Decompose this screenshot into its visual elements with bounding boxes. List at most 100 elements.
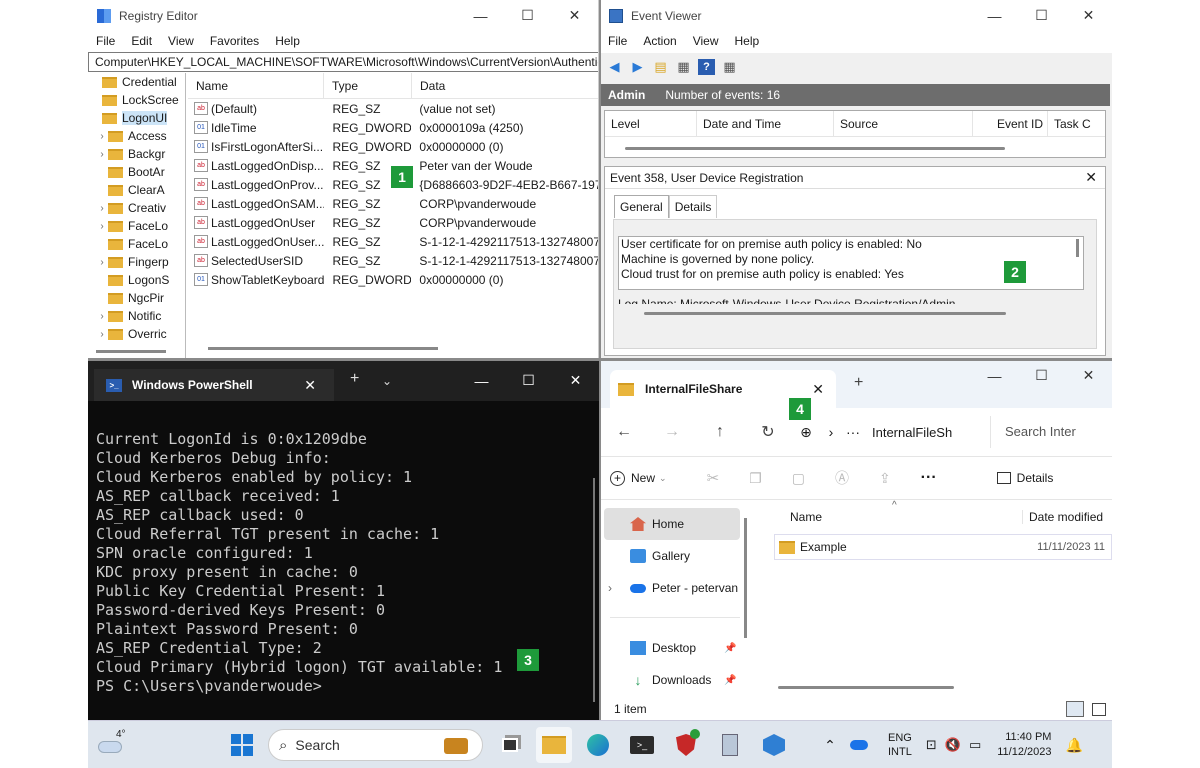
column-date-time[interactable]: Date and Time	[697, 110, 834, 137]
details-view-icon[interactable]	[1066, 701, 1084, 717]
taskbar-event-viewer[interactable]	[756, 727, 792, 763]
thumbnail-view-icon[interactable]	[1092, 702, 1106, 716]
taskbar-security-app[interactable]	[668, 727, 704, 763]
column-event-id[interactable]: Event ID	[973, 110, 1048, 137]
tab-details[interactable]: Details	[668, 195, 718, 218]
tree-item[interactable]: FaceLo	[88, 235, 185, 253]
minimize-button[interactable]: —	[971, 360, 1018, 391]
tree-item[interactable]: › FaceLo	[88, 217, 185, 235]
sidebar-item-home[interactable]: Home	[604, 508, 740, 540]
minimize-button[interactable]: —	[458, 360, 505, 401]
tree-item[interactable]: › Overric	[88, 325, 185, 343]
menu-view[interactable]: View	[160, 31, 202, 51]
registry-value-row[interactable]: ab (Default) REG_SZ (value not set)	[188, 99, 598, 118]
minimize-button[interactable]: —	[971, 0, 1018, 31]
events-hscrollbar[interactable]	[625, 147, 1005, 150]
chevron-right-icon[interactable]: ›	[96, 149, 108, 160]
registry-value-row[interactable]: 01 IdleTime REG_DWORD 0x0000109a (4250)	[188, 118, 598, 137]
tree-item[interactable]: BootAr	[88, 163, 185, 181]
values-hscrollbar[interactable]	[208, 347, 438, 350]
copy-icon[interactable]: ❐	[749, 470, 762, 487]
registry-value-row[interactable]: ab LastLoggedOnSAM... REG_SZ CORP\pvanderwo…	[188, 194, 598, 213]
close-button[interactable]: ✕	[551, 0, 598, 31]
registry-value-row[interactable]: ab LastLoggedOnUser REG_SZ CORP\pvanderwoud…	[188, 213, 598, 232]
tree-item[interactable]: › Notific	[88, 307, 185, 325]
column-level[interactable]: Level	[605, 110, 697, 137]
language-indicator[interactable]: ENG INTL	[888, 731, 912, 759]
sidebar-item-gallery[interactable]: Gallery	[600, 540, 750, 572]
chevron-right-icon[interactable]: ›	[96, 257, 108, 268]
network-icon[interactable]: ⊡	[926, 737, 937, 753]
chevron-right-icon[interactable]: ›	[96, 329, 108, 340]
chevron-right-icon[interactable]: ›	[96, 311, 108, 322]
tree-item[interactable]: LogonS	[88, 271, 185, 289]
cut-icon[interactable]: ✂	[707, 469, 720, 487]
menu-edit[interactable]: Edit	[123, 31, 160, 51]
weather-widget[interactable]: 4°	[96, 727, 136, 763]
close-button[interactable]: ✕	[1065, 0, 1112, 31]
notification-bell-icon[interactable]: 🔔	[1065, 737, 1082, 754]
properties-icon[interactable]: ▦	[721, 59, 738, 75]
tree-item[interactable]: › Fingerp	[88, 253, 185, 271]
menu-view[interactable]: View	[685, 31, 727, 53]
pin-icon[interactable]: 📌	[724, 675, 736, 686]
share-icon[interactable]: ⇪	[879, 470, 891, 487]
tree-item[interactable]: LockScree	[88, 91, 185, 109]
task-view-button[interactable]	[492, 727, 528, 763]
tree-item[interactable]: Credential	[88, 73, 185, 91]
registry-value-row[interactable]: 01 IsFirstLogonAfterSi... REG_DWORD 0x00000…	[188, 137, 598, 156]
sidebar-item-onedrive[interactable]: › Peter - petervan	[600, 572, 750, 604]
chevron-up-icon[interactable]: ⌃	[818, 737, 842, 754]
maximize-button[interactable]: ☐	[504, 0, 551, 31]
description-hscrollbar[interactable]	[644, 312, 1006, 315]
sidebar-item-downloads[interactable]: ↓ Downloads 📌	[600, 664, 750, 696]
chevron-right-icon[interactable]: ›	[820, 424, 842, 440]
taskbar-edge[interactable]	[580, 727, 616, 763]
rename-icon[interactable]: Ⓐ	[835, 468, 849, 488]
column-type[interactable]: Type	[324, 73, 412, 99]
back-arrow-icon[interactable]: ◀	[606, 59, 623, 75]
chevron-right-icon[interactable]: ›	[96, 203, 108, 214]
file-list-hscrollbar[interactable]	[778, 686, 954, 689]
registry-titlebar[interactable]: Registry Editor — ☐ ✕	[88, 0, 598, 31]
volume-muted-icon[interactable]: 🔇	[945, 737, 961, 753]
registry-value-row[interactable]: ab SelectedUserSID REG_SZ S-1-12-1-42921175…	[188, 251, 598, 270]
maximize-button[interactable]: ☐	[505, 360, 552, 401]
tab-general[interactable]: General	[614, 195, 669, 218]
up-arrow-icon[interactable]: ↑	[696, 423, 744, 441]
maximize-button[interactable]: ☐	[1018, 0, 1065, 31]
menu-file[interactable]: File	[600, 31, 635, 53]
tree-item[interactable]: NgcPir	[88, 289, 185, 307]
close-tab-icon[interactable]: ✕	[812, 381, 824, 398]
new-button[interactable]: + New ⌄	[610, 470, 667, 486]
pin-icon[interactable]: 📌	[724, 643, 736, 654]
more-options-icon[interactable]: ···	[921, 469, 937, 487]
tree-hscrollbar[interactable]	[96, 350, 166, 353]
taskbar-terminal[interactable]: >_	[624, 727, 660, 763]
breadcrumb[interactable]: InternalFileSh	[872, 425, 982, 440]
column-source[interactable]: Source	[834, 110, 973, 137]
registry-value-row[interactable]: 01 ShowTabletKeyboard REG_DWORD 0x00000000 …	[188, 270, 598, 289]
start-button[interactable]	[224, 727, 260, 763]
paste-icon[interactable]: ▢	[792, 470, 805, 487]
chevron-right-icon[interactable]: ›	[96, 221, 108, 232]
registry-value-row[interactable]: ab LastLoggedOnUser... REG_SZ S-1-12-1-4292…	[188, 232, 598, 251]
taskbar-file-explorer[interactable]	[536, 727, 572, 763]
onedrive-cloud-icon[interactable]	[850, 740, 868, 750]
refresh-icon[interactable]: ↻	[744, 422, 792, 442]
sidebar-scrollbar[interactable]	[744, 518, 747, 638]
description-vscrollbar[interactable]	[1076, 239, 1079, 257]
more-locations-icon[interactable]: ···	[842, 424, 864, 440]
terminal-scrollbar[interactable]	[593, 478, 595, 702]
tree-item[interactable]: › Access	[88, 127, 185, 145]
help-icon[interactable]: ?	[698, 59, 715, 75]
address-bar[interactable]: Computer\HKEY_LOCAL_MACHINE\SOFTWARE\Mic…	[88, 52, 598, 72]
close-icon[interactable]: ✕	[1085, 169, 1097, 186]
battery-icon[interactable]: ▭	[969, 737, 981, 753]
back-arrow-icon[interactable]: ←	[600, 423, 648, 441]
show-hide-tree-icon[interactable]: ▦	[675, 59, 692, 75]
sidebar-item-desktop[interactable]: Desktop 📌	[600, 632, 750, 664]
column-name[interactable]: Name	[188, 73, 324, 99]
tree-item[interactable]: › Creativ	[88, 199, 185, 217]
menu-favorites[interactable]: Favorites	[202, 31, 267, 51]
